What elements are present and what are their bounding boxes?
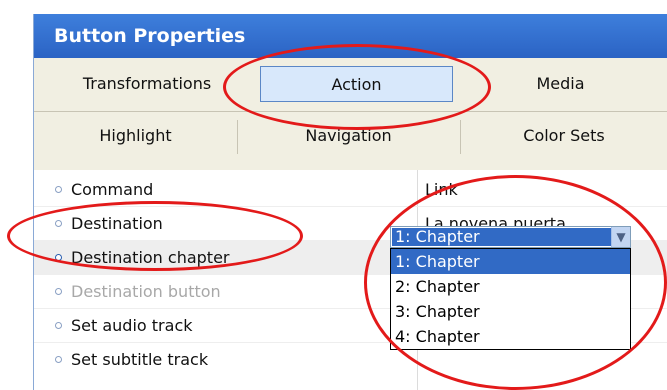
bullet-icon [55,254,62,261]
property-row-command[interactable]: Command Link [34,173,667,207]
tab-row-divider [34,111,667,112]
tab-navigation[interactable]: Navigation [237,118,460,154]
bullet-icon [55,220,62,227]
chevron-down-icon[interactable]: ▼ [611,227,630,247]
bullet-icon [55,356,62,363]
property-label: Set audio track [71,316,193,335]
bullet-icon [55,322,62,329]
tab-action[interactable]: Action [260,66,453,102]
bullet-icon [55,288,62,295]
property-label: Set subtitle track [71,350,209,369]
dropdown-option[interactable]: 3: Chapter [391,299,630,324]
dropdown-option[interactable]: 2: Chapter [391,274,630,299]
dropdown-option[interactable]: 1: Chapter [391,249,630,274]
property-label: Destination [71,214,163,233]
chapter-dropdown-list: 1: Chapter 2: Chapter 3: Chapter 4: Chap… [390,248,631,350]
dropdown-option[interactable]: 4: Chapter [391,324,630,349]
tab-media[interactable]: Media [453,66,667,102]
tab-highlight[interactable]: Highlight [34,118,237,154]
bullet-icon [55,186,62,193]
select-value: 1: Chapter [392,228,611,246]
property-label: Destination chapter [71,248,230,267]
property-label: Command [71,180,154,199]
tab-bar: Transformations Action Media Highlight N… [34,58,667,170]
property-value[interactable]: Link [425,180,458,199]
panel-title: Button Properties [34,14,667,58]
tab-color-sets[interactable]: Color Sets [460,118,667,154]
property-label: Destination button [71,282,221,301]
tab-transformations[interactable]: Transformations [34,66,260,102]
destination-chapter-select[interactable]: 1: Chapter ▼ [390,226,631,248]
